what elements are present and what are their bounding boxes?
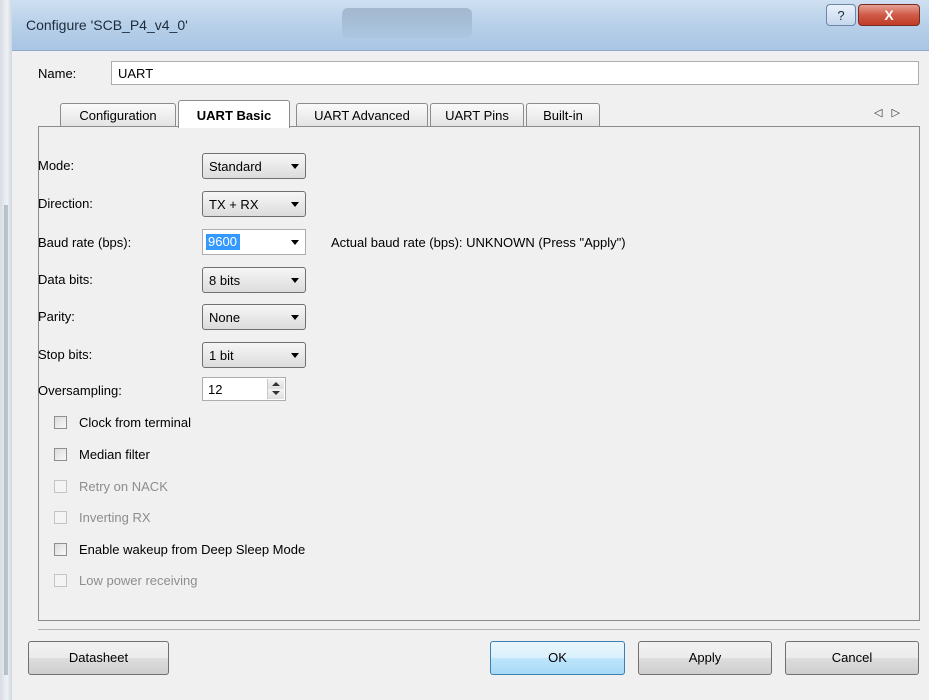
- baud-rate-combo[interactable]: 9600: [202, 229, 306, 255]
- background-window-edge: [0, 0, 12, 700]
- checkbox-label: Median filter: [79, 447, 150, 462]
- dialog-title: Configure 'SCB_P4_v4_0': [26, 17, 188, 33]
- name-label: Name:: [38, 66, 77, 81]
- stop-bits-select[interactable]: 1 bit: [202, 342, 306, 368]
- mode-select[interactable]: Standard: [202, 153, 306, 179]
- tab-scroll-arrows[interactable]: ◁ ▷: [874, 106, 903, 119]
- help-button[interactable]: ?: [826, 4, 856, 26]
- oversampling-label: Oversampling:: [38, 383, 122, 398]
- checkbox-label: Retry on NACK: [79, 479, 168, 494]
- cancel-button[interactable]: Cancel: [785, 641, 919, 675]
- stop-bits-value: 1 bit: [209, 348, 234, 363]
- checkbox-box[interactable]: [54, 543, 67, 556]
- parity-value: None: [209, 310, 241, 325]
- title-bar[interactable]: Configure 'SCB_P4_v4_0' ? X: [12, 0, 929, 51]
- direction-select[interactable]: TX + RX: [202, 191, 306, 217]
- checkbox-label: Clock from terminal: [79, 415, 191, 430]
- data-bits-label: Data bits:: [38, 272, 93, 287]
- datasheet-button[interactable]: Datasheet: [28, 641, 169, 675]
- background-shadow: [4, 205, 8, 675]
- baud-rate-value[interactable]: 9600: [206, 234, 240, 250]
- tab-uart-basic[interactable]: UART Basic: [178, 100, 290, 128]
- chevron-down-icon: [291, 278, 299, 283]
- checkbox-box: [54, 574, 67, 587]
- footer-divider: [38, 629, 920, 630]
- tab-uart-pins[interactable]: UART Pins: [430, 103, 524, 127]
- spin-buttons: [267, 379, 284, 399]
- actual-baud-rate-note: Actual baud rate (bps): UNKNOWN (Press "…: [331, 235, 626, 250]
- spin-down-icon[interactable]: [268, 389, 284, 399]
- checkbox-box[interactable]: [54, 448, 67, 461]
- tab-configuration[interactable]: Configuration: [60, 103, 176, 127]
- ok-button[interactable]: OK: [490, 641, 625, 675]
- close-button[interactable]: X: [858, 4, 920, 26]
- data-bits-value: 8 bits: [209, 273, 241, 288]
- chevron-down-icon: [291, 202, 299, 207]
- tab-built-in[interactable]: Built-in: [526, 103, 600, 127]
- mode-label: Mode:: [38, 158, 75, 173]
- checkbox-box[interactable]: [54, 416, 67, 429]
- checkbox-label: Enable wakeup from Deep Sleep Mode: [79, 542, 306, 557]
- checkbox-label: Inverting RX: [79, 510, 151, 525]
- chevron-down-icon: [291, 353, 299, 358]
- oversampling-spinbox[interactable]: 12: [202, 377, 286, 401]
- oversampling-value[interactable]: 12: [208, 382, 222, 397]
- direction-label: Direction:: [38, 196, 93, 211]
- stop-bits-label: Stop bits:: [38, 347, 93, 362]
- chevron-down-icon: [291, 315, 299, 320]
- configure-dialog: Configure 'SCB_P4_v4_0' ? X Name: Config…: [12, 0, 929, 700]
- parity-label: Parity:: [38, 309, 75, 324]
- tab-uart-advanced[interactable]: UART Advanced: [296, 103, 428, 127]
- checkbox-box: [54, 480, 67, 493]
- baud-rate-label: Baud rate (bps):: [38, 235, 132, 250]
- data-bits-select[interactable]: 8 bits: [202, 267, 306, 293]
- apply-button[interactable]: Apply: [638, 641, 772, 675]
- title-bar-glass: [342, 8, 472, 38]
- checkbox-box: [54, 511, 67, 524]
- chevron-down-icon: [291, 164, 299, 169]
- checkbox-label: Low power receiving: [79, 573, 198, 588]
- name-input[interactable]: [111, 61, 919, 85]
- direction-value: TX + RX: [209, 197, 259, 212]
- mode-value: Standard: [209, 159, 262, 174]
- chevron-down-icon[interactable]: [291, 240, 299, 245]
- parity-select[interactable]: None: [202, 304, 306, 330]
